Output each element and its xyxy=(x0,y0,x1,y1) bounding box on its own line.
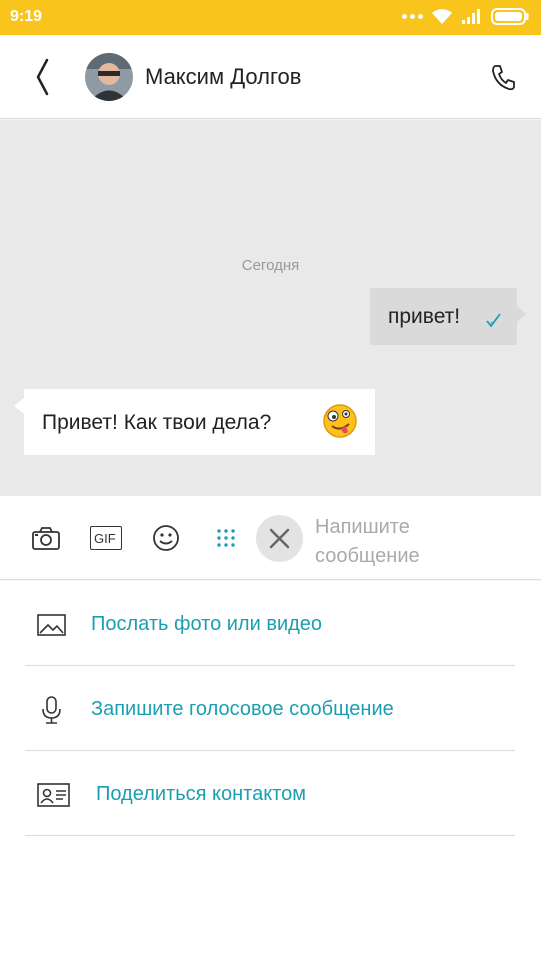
close-attachments-button[interactable] xyxy=(256,515,303,562)
avatar[interactable] xyxy=(85,53,133,101)
attachment-options: Послать фото или видео Запишите голосово… xyxy=(0,581,541,960)
crazy-face-emoji-icon xyxy=(323,404,357,438)
option-label: Послать фото или видео xyxy=(91,613,323,635)
close-icon xyxy=(269,528,290,549)
apps-grid-icon[interactable] xyxy=(211,524,243,552)
contact-card-icon xyxy=(37,783,70,807)
microphone-icon xyxy=(42,696,61,724)
camera-icon[interactable] xyxy=(30,524,62,552)
message-input[interactable]: Напишите сообщение xyxy=(315,513,515,571)
image-icon xyxy=(37,614,66,636)
read-check-icon xyxy=(486,313,501,328)
chat-area: Сегодня привет! Привет! Как твои дела? xyxy=(0,120,541,496)
gif-label: GIF xyxy=(94,531,116,546)
back-button[interactable] xyxy=(28,57,58,97)
smiley-icon[interactable] xyxy=(150,524,182,552)
incoming-message[interactable]: Привет! Как твои дела? xyxy=(14,389,375,455)
battery-icon xyxy=(491,8,529,25)
chat-header: Максим Долгов xyxy=(0,35,541,119)
status-icons xyxy=(402,8,529,25)
status-time: 9:19 xyxy=(10,8,43,25)
option-share-contact[interactable]: Поделиться контактом xyxy=(25,751,515,836)
contact-name[interactable]: Максим Долгов xyxy=(145,64,301,90)
option-label: Поделиться контактом xyxy=(96,783,306,805)
phone-call-icon[interactable] xyxy=(490,63,516,91)
signal-icon xyxy=(462,9,480,24)
wifi-icon xyxy=(432,9,452,24)
placeholder-line: Напишите xyxy=(315,516,410,538)
placeholder-line: сообщение xyxy=(315,545,420,567)
date-separator: Сегодня xyxy=(241,257,300,274)
message-text: Привет! Как твои дела? xyxy=(42,411,272,434)
gif-button[interactable]: GIF xyxy=(90,526,122,550)
option-label: Запишите голосовое сообщение xyxy=(91,698,394,720)
message-text: привет! xyxy=(388,305,461,328)
option-send-photo-video[interactable]: Послать фото или видео xyxy=(25,581,515,666)
status-bar: 9:19 xyxy=(0,0,541,35)
message-toolbar: GIF Напишите сообщение xyxy=(0,496,541,580)
option-voice-message[interactable]: Запишите голосовое сообщение xyxy=(25,666,515,751)
outgoing-message[interactable]: привет! xyxy=(370,288,526,345)
more-dots-icon xyxy=(402,14,423,19)
